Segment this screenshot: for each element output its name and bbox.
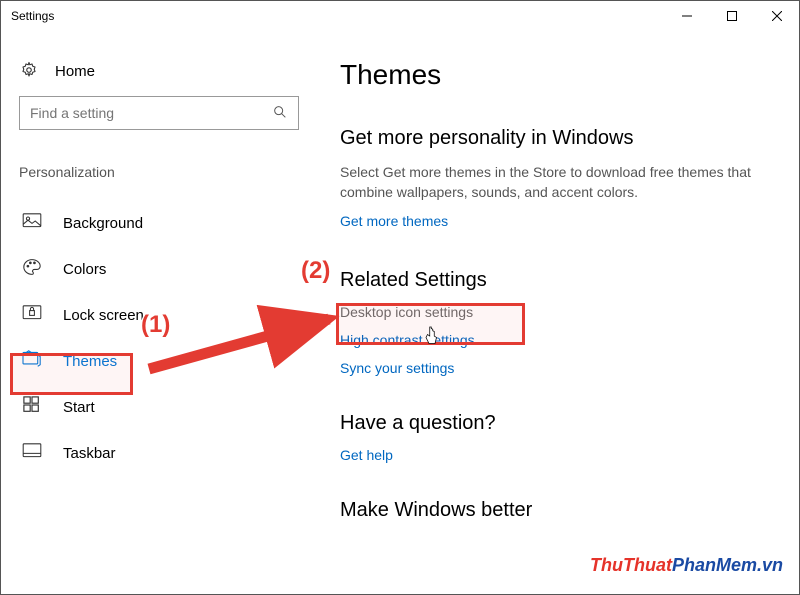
sidebar-item-colors[interactable]: Colors	[19, 246, 316, 292]
window-controls	[664, 1, 799, 31]
sidebar: Home Personalization Background Colors	[1, 31, 316, 594]
sidebar-item-label: Background	[63, 215, 143, 232]
personality-desc: Select Get more themes in the Store to d…	[340, 162, 760, 203]
picture-icon	[21, 213, 43, 233]
sidebar-item-label: Taskbar	[63, 445, 116, 462]
sidebar-section: Personalization	[19, 164, 316, 180]
question-heading: Have a question?	[340, 412, 783, 435]
start-icon	[21, 396, 43, 418]
related-block: Related Settings Desktop icon settings H…	[340, 269, 783, 376]
sidebar-item-label: Colors	[63, 261, 106, 278]
sidebar-item-label: Lock screen	[63, 307, 144, 324]
get-more-themes-link[interactable]: Get more themes	[340, 213, 783, 229]
question-block: Have a question? Get help	[340, 412, 783, 463]
high-contrast-settings-link[interactable]: High contrast settings	[340, 332, 783, 348]
window-title: Settings	[11, 9, 54, 23]
sidebar-item-background[interactable]: Background	[19, 200, 316, 246]
sync-your-settings-link[interactable]: Sync your settings	[340, 360, 783, 376]
personality-block: Get more personality in Windows Select G…	[340, 127, 783, 229]
search-icon	[272, 104, 288, 123]
minimize-button[interactable]	[664, 1, 709, 31]
sidebar-item-start[interactable]: Start	[19, 384, 316, 430]
titlebar: Settings	[1, 1, 799, 31]
gear-icon	[19, 61, 39, 82]
close-button[interactable]	[754, 1, 799, 31]
sidebar-item-themes[interactable]: Themes	[19, 338, 316, 384]
palette-icon	[21, 258, 43, 280]
related-heading: Related Settings	[340, 269, 783, 292]
sidebar-item-taskbar[interactable]: Taskbar	[19, 430, 316, 476]
better-heading: Make Windows better	[340, 499, 783, 522]
sidebar-item-label: Themes	[63, 353, 117, 370]
sidebar-item-lockscreen[interactable]: Lock screen	[19, 292, 316, 338]
home-nav[interactable]: Home	[19, 55, 316, 96]
lockscreen-icon	[21, 305, 43, 325]
personality-heading: Get more personality in Windows	[340, 127, 783, 150]
maximize-button[interactable]	[709, 1, 754, 31]
search-box[interactable]	[19, 96, 299, 130]
home-label: Home	[55, 63, 95, 80]
search-input[interactable]	[30, 105, 272, 121]
taskbar-icon	[21, 443, 43, 463]
content: Home Personalization Background Colors	[1, 31, 799, 594]
get-help-link[interactable]: Get help	[340, 447, 783, 463]
themes-icon	[21, 350, 43, 372]
desktop-icon-settings-link[interactable]: Desktop icon settings	[340, 304, 783, 320]
page-title: Themes	[340, 59, 783, 91]
main-panel: Themes Get more personality in Windows S…	[316, 31, 799, 594]
sidebar-item-label: Start	[63, 399, 95, 416]
